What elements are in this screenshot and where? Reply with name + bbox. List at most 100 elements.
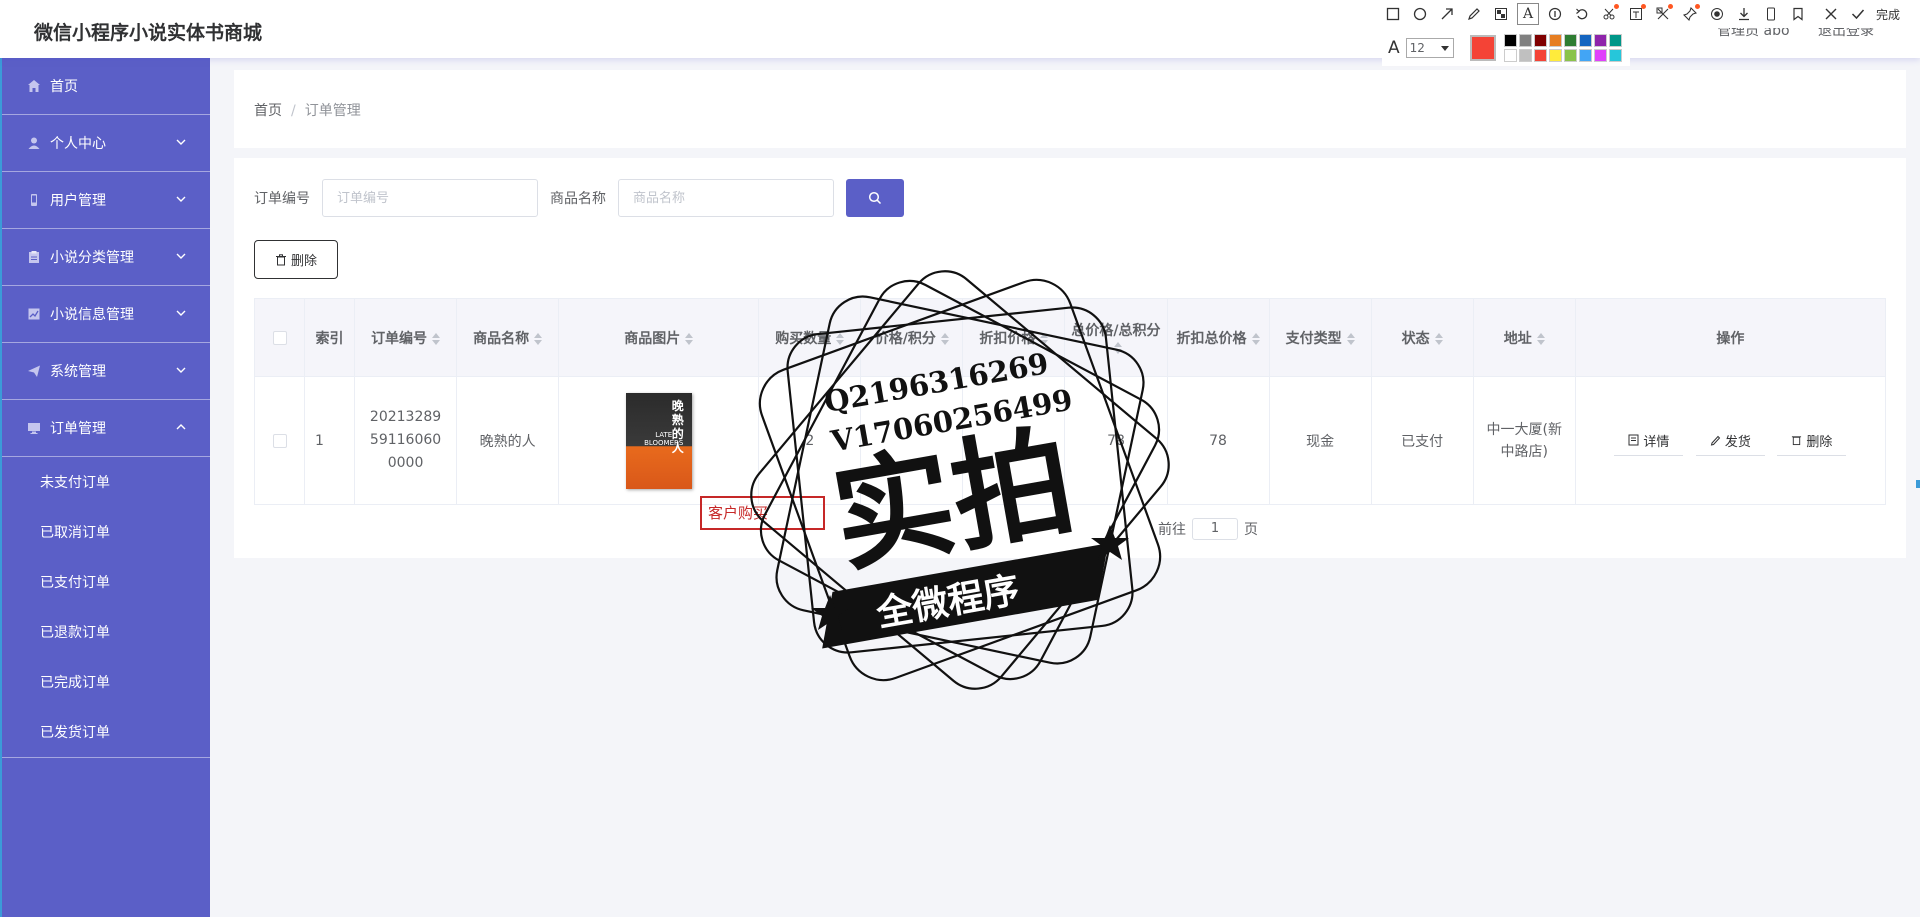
detail-button[interactable]: 详情 <box>1614 426 1684 456</box>
color-swatch[interactable] <box>1563 34 1577 47</box>
bookmark-icon[interactable] <box>1787 3 1809 25</box>
col-goods-image[interactable]: 商品图片 <box>558 298 760 377</box>
watermark-stamp: Q2196316269 V17060256499 实拍 全微程序 <box>750 270 1170 690</box>
cell-goods-image: 晚熟的人 LATE BLOOMERS <box>558 376 760 505</box>
col-status[interactable]: 状态 <box>1370 298 1474 377</box>
trash-icon <box>275 253 286 265</box>
col-label: 商品名称 <box>473 330 530 347</box>
ocr-tool-icon[interactable] <box>1625 3 1647 25</box>
phone-icon <box>26 192 42 208</box>
row-delete-button[interactable]: 删除 <box>1777 426 1847 456</box>
select-all-cell <box>253 298 306 377</box>
col-label: 支付类型 <box>1285 330 1342 347</box>
cut-tool-icon[interactable] <box>1598 3 1620 25</box>
color-swatch[interactable] <box>1548 49 1562 62</box>
sidebar-item-system[interactable]: 系统管理 <box>2 343 210 400</box>
row-select-cell <box>253 376 306 505</box>
order-no-input[interactable] <box>322 179 538 217</box>
number-tool-icon[interactable] <box>1544 3 1566 25</box>
select-all-checkbox[interactable] <box>272 330 287 345</box>
col-label: 订单编号 <box>371 330 428 347</box>
arrow-tool-icon[interactable] <box>1436 3 1458 25</box>
row-checkbox[interactable] <box>272 433 287 448</box>
color-swatch[interactable] <box>1503 49 1517 62</box>
download-icon[interactable] <box>1733 3 1755 25</box>
sidebar-item-novel-info[interactable]: 小说信息管理 <box>2 286 210 343</box>
pin-tool-icon[interactable] <box>1679 3 1701 25</box>
sidebar-item-users[interactable]: 用户管理 <box>2 172 210 229</box>
color-swatch[interactable] <box>1518 49 1532 62</box>
translate-tool-icon[interactable] <box>1652 3 1674 25</box>
color-swatch[interactable] <box>1563 49 1577 62</box>
trash-icon <box>1792 436 1802 446</box>
submenu-shipped-orders[interactable]: 已发货订单 <box>2 707 210 757</box>
rectangle-tool-icon[interactable] <box>1382 3 1404 25</box>
color-swatch[interactable] <box>1578 49 1592 62</box>
search-button[interactable] <box>846 179 904 217</box>
sort-icon <box>534 332 543 345</box>
ship-label: 发货 <box>1724 434 1751 450</box>
sidebar-item-novel-category[interactable]: 小说分类管理 <box>2 229 210 286</box>
app-title: 微信小程序小说实体书商城 <box>34 22 263 44</box>
sort-icon <box>1346 332 1355 345</box>
phone-send-icon[interactable] <box>1760 3 1782 25</box>
submenu-completed-orders[interactable]: 已完成订单 <box>2 657 210 707</box>
ellipse-tool-icon[interactable] <box>1409 3 1431 25</box>
color-swatch[interactable] <box>1593 49 1607 62</box>
ship-button[interactable]: 发货 <box>1695 426 1765 456</box>
sort-icon <box>1536 332 1545 345</box>
col-address[interactable]: 地址 <box>1472 298 1576 377</box>
col-pay-type[interactable]: 支付类型 <box>1268 298 1372 377</box>
cell-order-no: 20213289591160600000 <box>354 376 458 505</box>
undo-icon[interactable] <box>1571 3 1593 25</box>
text-tool-icon[interactable]: A <box>1517 3 1539 25</box>
chevron-up-icon <box>176 424 186 430</box>
col-actions: 操作 <box>1574 298 1887 377</box>
detail-label: 详情 <box>1643 434 1670 450</box>
sidebar-item-profile[interactable]: 个人中心 <box>2 115 210 172</box>
screenshot-toolbar: A 完成 <box>1382 0 1920 28</box>
cell-goods-name: 晚熟的人 <box>456 376 560 505</box>
done-check-icon[interactable] <box>1847 3 1869 25</box>
sort-icon <box>1251 332 1260 345</box>
sidebar-item-home[interactable]: 首页 <box>2 58 210 115</box>
close-icon[interactable] <box>1820 3 1842 25</box>
page-jump-input[interactable]: 1 <box>1192 518 1238 540</box>
submenu-refunded-orders[interactable]: 已退款订单 <box>2 607 210 657</box>
record-tool-icon[interactable] <box>1706 3 1728 25</box>
current-color-swatch[interactable] <box>1469 35 1496 61</box>
color-swatch[interactable] <box>1578 34 1592 47</box>
search-row: 订单编号 商品名称 <box>254 178 904 218</box>
book-cover-image[interactable]: 晚熟的人 LATE BLOOMERS <box>625 392 692 489</box>
color-swatch[interactable] <box>1503 34 1517 47</box>
breadcrumb: 首页 / 订单管理 <box>254 100 361 120</box>
page-suffix: 页 <box>1244 522 1258 538</box>
submenu-paid-orders[interactable]: 已支付订单 <box>2 557 210 607</box>
monitor-icon <box>26 420 42 436</box>
edit-icon <box>1710 435 1721 446</box>
mosaic-tool-icon[interactable] <box>1490 3 1512 25</box>
pen-tool-icon[interactable] <box>1463 3 1485 25</box>
color-swatch[interactable] <box>1608 49 1622 62</box>
color-swatch[interactable] <box>1608 34 1622 47</box>
submenu-unpaid-orders[interactable]: 未支付订单 <box>2 457 210 507</box>
sidebar-item-label: 小说分类管理 <box>50 250 134 266</box>
color-swatch[interactable] <box>1533 49 1547 62</box>
color-swatch[interactable] <box>1548 34 1562 47</box>
color-swatch[interactable] <box>1593 34 1607 47</box>
breadcrumb-home[interactable]: 首页 <box>254 103 282 119</box>
col-goods-name[interactable]: 商品名称 <box>456 298 560 377</box>
sidebar-item-orders[interactable]: 订单管理 <box>2 400 210 457</box>
done-label[interactable]: 完成 <box>1876 6 1900 23</box>
col-order-no[interactable]: 订单编号 <box>354 298 458 377</box>
batch-delete-label: 删除 <box>290 254 317 269</box>
chart-icon <box>26 306 42 322</box>
color-swatch[interactable] <box>1533 34 1547 47</box>
batch-delete-button[interactable]: 删除 <box>254 240 338 279</box>
goods-name-input[interactable] <box>618 179 834 217</box>
book-cover-subtitle: LATE BLOOMERS <box>644 430 684 447</box>
font-size-select[interactable]: 12 <box>1405 38 1454 58</box>
submenu-cancelled-orders[interactable]: 已取消订单 <box>2 507 210 557</box>
color-swatch[interactable] <box>1518 34 1532 47</box>
text-style-toolbar: A 12 <box>1382 30 1630 66</box>
